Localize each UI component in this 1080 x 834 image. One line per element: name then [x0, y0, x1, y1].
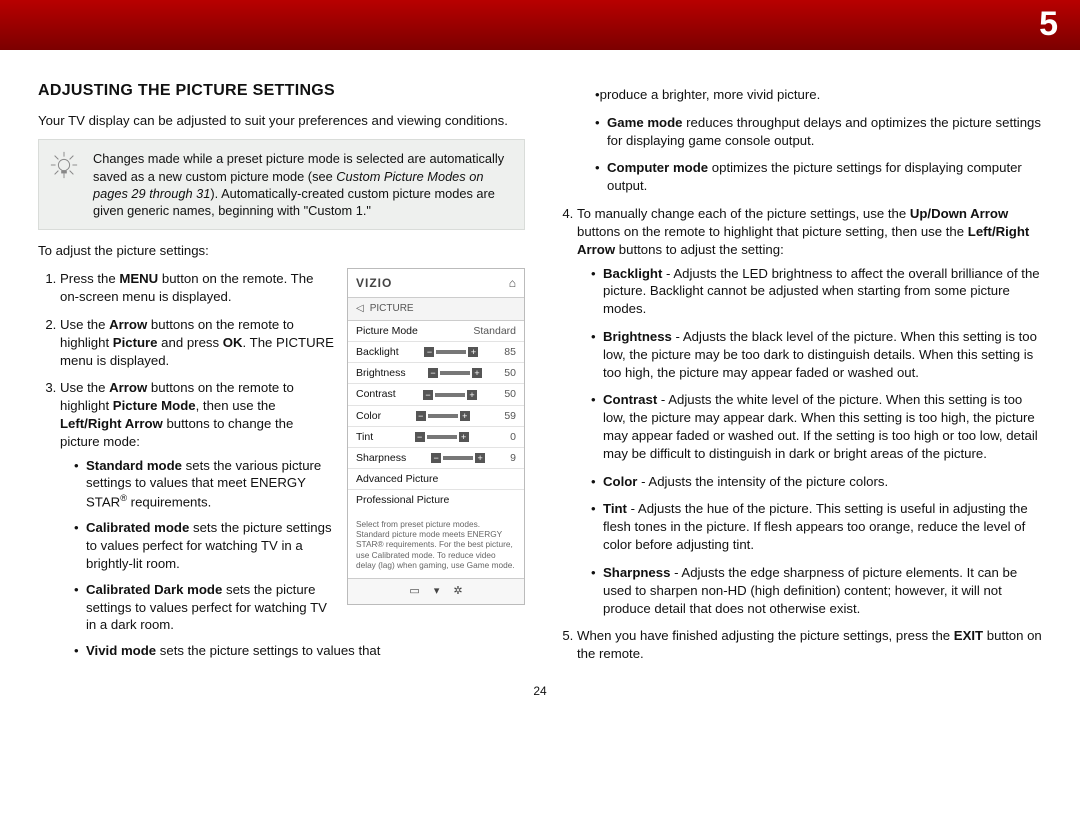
osd-backlight-value: 85 [504, 345, 516, 359]
setting-color: Color - Adjusts the intensity of the pic… [591, 473, 1042, 491]
t: produce a brighter, more vivid picture. [600, 87, 821, 102]
t: and press [158, 335, 223, 350]
t: Use the [60, 317, 109, 332]
t: ® [120, 493, 127, 503]
tip-callout: Changes made while a preset picture mode… [38, 139, 525, 230]
t: , then use the [196, 398, 276, 413]
osd-slider: −+ [415, 432, 469, 442]
osd-picture-mode-label: Picture Mode [356, 324, 418, 338]
t: Left/Right Arrow [60, 416, 163, 431]
t: MENU [119, 271, 158, 286]
t: Picture Mode [113, 398, 196, 413]
t: - Adjusts the white level of the picture… [603, 392, 1038, 460]
intro-text: Your TV display can be adjusted to suit … [38, 112, 525, 130]
t: Contrast [603, 392, 657, 407]
t: Backlight [603, 266, 662, 281]
t: - Adjusts the LED brightness to affect t… [603, 266, 1040, 317]
osd-tint-label: Tint [356, 430, 373, 444]
t: Up/Down Arrow [910, 206, 1008, 221]
back-arrow-icon: ◁ [356, 302, 364, 316]
step-5: When you have finished adjusting the pic… [577, 627, 1042, 663]
osd-color-label: Color [356, 409, 381, 423]
mode-computer: Computer mode optimizes the picture sett… [595, 159, 1042, 195]
lightbulb-icon [49, 150, 79, 180]
osd-slider: −+ [428, 368, 482, 378]
t: Tint [603, 501, 627, 516]
t: Brightness [603, 329, 672, 344]
osd-logo: VIZIO [356, 275, 392, 291]
mode-vivid: Vivid mode sets the picture settings to … [74, 642, 525, 660]
t: requirements. [127, 495, 211, 510]
t: Picture [113, 335, 158, 350]
page-body: ADJUSTING THE PICTURE SETTINGS Your TV d… [0, 50, 1080, 673]
osd-menu-title: PICTURE [370, 302, 414, 316]
t: Computer mode [607, 160, 708, 175]
osd-contrast-value: 50 [504, 387, 516, 401]
t: - Adjusts the intensity of the picture c… [637, 474, 888, 489]
lead-text: To adjust the picture settings: [38, 242, 525, 260]
mode-game: Game mode reduces throughput delays and … [595, 114, 1042, 150]
osd-color-value: 59 [504, 409, 516, 423]
setting-sharpness: Sharpness - Adjusts the edge sharpness o… [591, 564, 1042, 617]
t: Sharpness [603, 565, 670, 580]
t: - Adjusts the hue of the picture. This s… [603, 501, 1028, 552]
mode-calibrated-dark: Calibrated Dark mode sets the picture se… [74, 581, 525, 634]
home-icon: ⌂ [509, 275, 516, 291]
header-bar: 5 [0, 0, 1080, 50]
t: Color [603, 474, 637, 489]
chapter-number: 5 [1039, 2, 1058, 48]
osd-slider: −+ [416, 411, 470, 421]
t: Game mode [607, 115, 683, 130]
osd-contrast-label: Contrast [356, 387, 396, 401]
t: Vivid mode [86, 643, 156, 658]
setting-contrast: Contrast - Adjusts the white level of th… [591, 391, 1042, 462]
osd-picture-mode-value: Standard [473, 324, 516, 338]
t: buttons on the remote to highlight that … [577, 224, 968, 239]
t: Press the [60, 271, 119, 286]
t: Standard mode [86, 458, 182, 473]
right-column: •produce a brighter, more vivid picture.… [555, 80, 1042, 673]
t: Arrow [109, 380, 147, 395]
t: To manually change each of the picture s… [577, 206, 910, 221]
mode-standard: Standard mode sets the various picture s… [74, 457, 525, 512]
t: buttons to adjust the setting: [615, 242, 784, 257]
osd-brightness-value: 50 [504, 366, 516, 380]
t: OK [223, 335, 243, 350]
t: Arrow [109, 317, 147, 332]
t: Calibrated mode [86, 520, 189, 535]
osd-slider: −+ [423, 390, 477, 400]
t: When you have finished adjusting the pic… [577, 628, 954, 643]
step-4: To manually change each of the picture s… [577, 205, 1042, 617]
setting-brightness: Brightness - Adjusts the black level of … [591, 328, 1042, 381]
mode-calibrated: Calibrated mode sets the picture setting… [74, 519, 525, 572]
osd-tint-value: 0 [510, 430, 516, 444]
section-heading: ADJUSTING THE PICTURE SETTINGS [38, 80, 525, 102]
t: Calibrated Dark mode [86, 582, 222, 597]
setting-backlight: Backlight - Adjusts the LED brightness t… [591, 265, 1042, 318]
left-column: ADJUSTING THE PICTURE SETTINGS Your TV d… [38, 80, 525, 673]
t: EXIT [954, 628, 983, 643]
osd-backlight-label: Backlight [356, 345, 399, 359]
setting-tint: Tint - Adjusts the hue of the picture. T… [591, 500, 1042, 553]
vivid-continuation: •produce a brighter, more vivid picture. [595, 86, 1042, 104]
osd-slider: −+ [424, 347, 478, 357]
page-number: 24 [0, 673, 1080, 699]
t: sets the picture settings to values that [156, 643, 380, 658]
t: Use the [60, 380, 109, 395]
osd-brightness-label: Brightness [356, 366, 406, 380]
